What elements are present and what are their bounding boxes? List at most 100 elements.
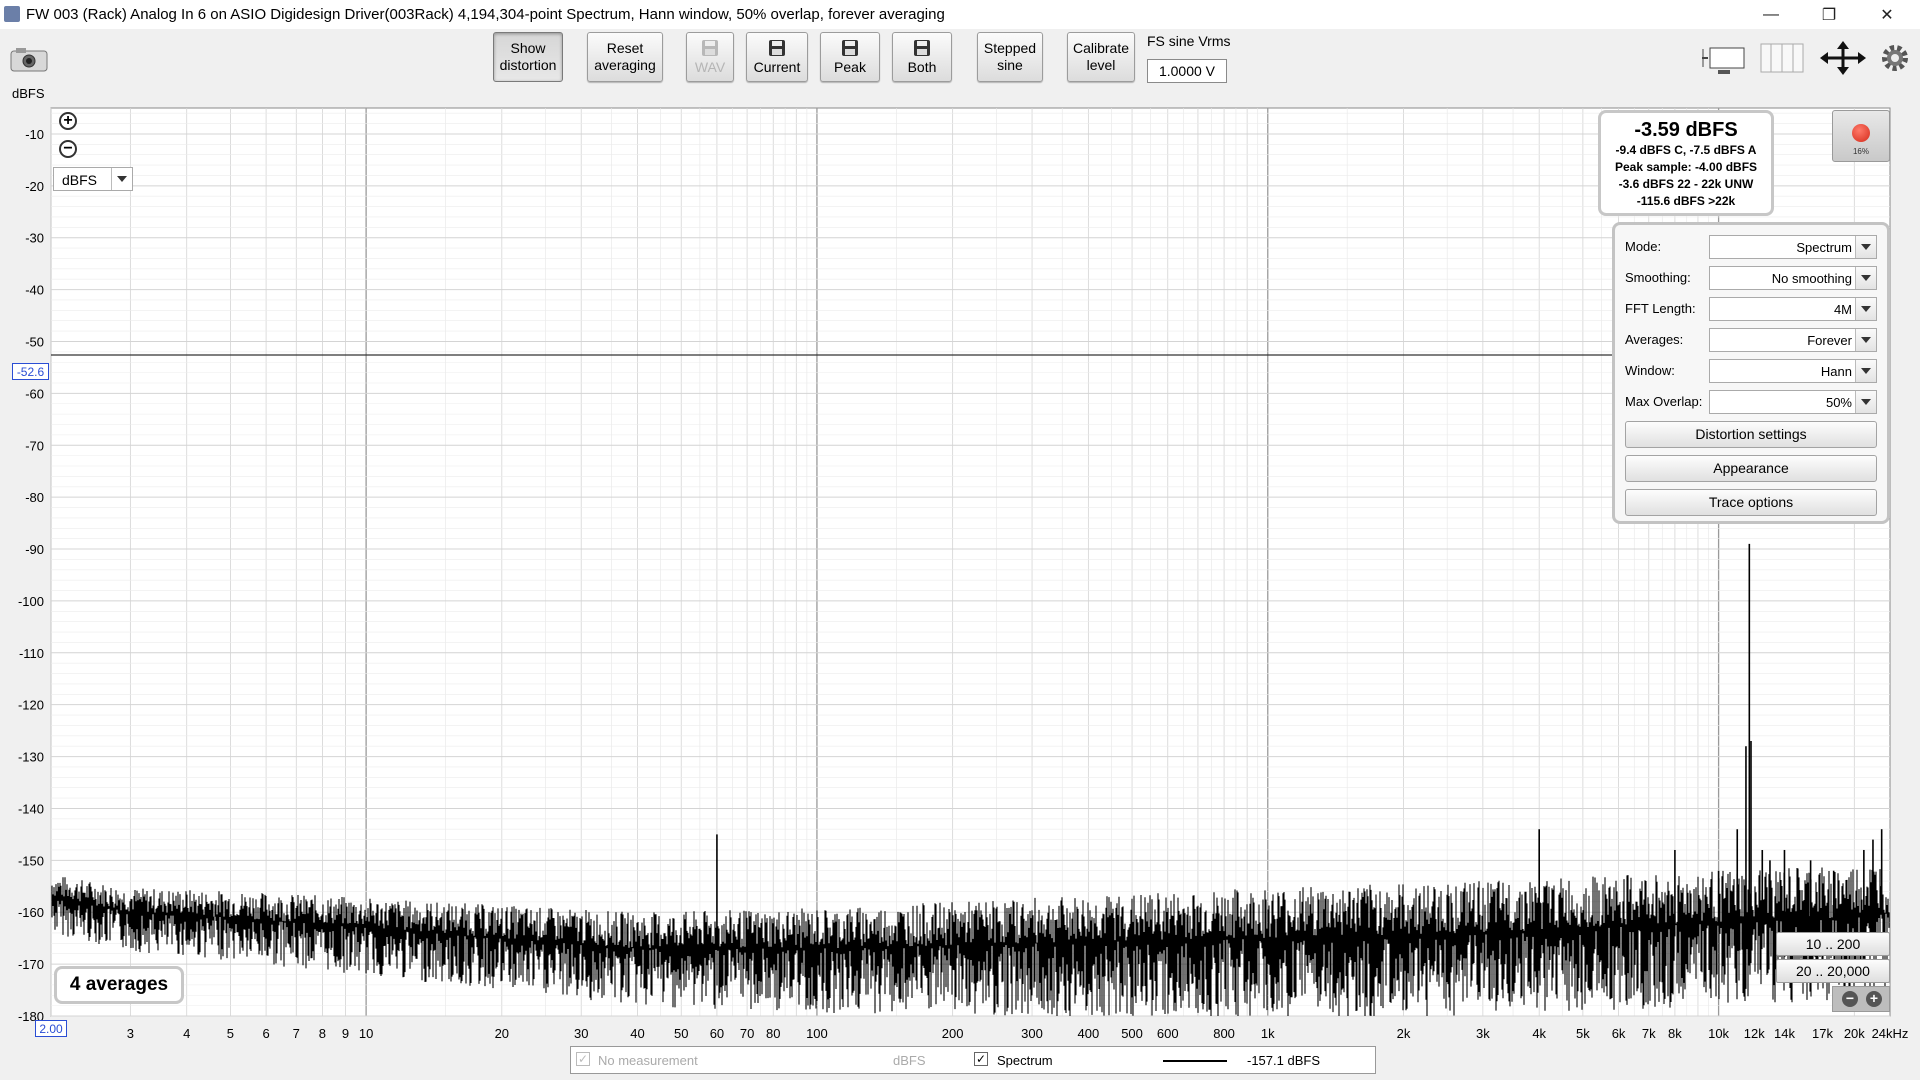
range-20-20000-button[interactable]: 20 .. 20,000 [1776,959,1890,983]
averages-count-badge: 4 averages [54,966,184,1004]
fft-length-select[interactable]: 4M [1709,297,1877,321]
x-zoom-out-icon[interactable]: − [1842,991,1858,1007]
level-stats-box: -3.59 dBFS -9.4 dBFS C, -7.5 dBFS A Peak… [1598,110,1774,216]
averages-value: Forever [1807,333,1852,348]
minimize-button[interactable]: — [1742,0,1800,29]
gear-icon[interactable] [1880,43,1910,77]
graph-width-icon[interactable] [1700,41,1748,75]
y-tick-label: -170 [18,957,44,972]
zoom-in-icon[interactable]: + [59,112,77,130]
max-overlap-label: Max Overlap: [1625,394,1703,409]
chevron-down-icon [1855,267,1876,289]
chevron-down-icon [1855,360,1876,382]
max-overlap-row: Max Overlap: 50% [1625,390,1881,414]
window-value: Hann [1820,364,1852,379]
record-button[interactable]: 16% [1832,110,1890,162]
reset-averaging-button[interactable]: Reset averaging [587,32,663,82]
zoom-out-icon[interactable]: − [59,140,77,158]
x-tick-label: 9 [342,1026,349,1041]
window-select[interactable]: Hann [1709,359,1877,383]
y-tick-label: -150 [18,853,44,868]
save-current-button[interactable]: Current [746,32,808,82]
x-tick-label: 7k [1642,1026,1656,1041]
unit-select-value: dBFS [62,172,98,188]
x-tick-label: 5 [227,1026,234,1041]
averages-row: Averages: Forever [1625,328,1881,352]
y-tick-label: -30 [25,231,44,246]
wav-button[interactable]: WAV [686,32,734,82]
fft-length-value: 4M [1833,302,1852,317]
mode-row: Mode: Spectrum [1625,235,1881,259]
stats-line: -9.4 dBFS C, -7.5 dBFS A [1615,143,1757,157]
app-icon [4,6,20,22]
both-label: Both [907,58,937,75]
range-10-200-button[interactable]: 10 .. 200 [1776,932,1890,956]
no-measurement-label: No measurement [598,1053,698,1068]
chevron-down-icon [1855,329,1876,351]
stats-main-level: -3.59 dBFS [1634,119,1738,141]
save-icon [914,39,930,56]
no-measurement-checkbox[interactable]: ✓ [576,1052,590,1066]
x-tick-label: 5k [1576,1026,1590,1041]
smoothing-row: Smoothing: No smoothing [1625,266,1881,290]
toolbar: Show distortion Reset averaging WAV Curr… [0,29,1920,104]
save-icon [702,39,718,56]
peak-label: Peak [834,58,866,75]
restore-button[interactable]: ❐ [1800,0,1858,29]
x-tick-label: 20k [1844,1026,1865,1041]
window-title: FW 003 (Rack) Analog In 6 on ASIO Digide… [26,6,945,23]
fs-sine-input[interactable] [1147,59,1227,83]
stepped-sine-label-1: Stepped [983,40,1037,56]
fft-length-row: FFT Length: 4M [1625,297,1881,321]
x-tick-label: 10 [359,1026,373,1041]
show-distortion-label-2: distortion [499,57,557,73]
save-both-button[interactable]: Both [892,32,952,82]
wav-label: WAV [694,58,726,75]
trace-legend: ✓ No measurement dBFS ✓ Spectrum -157.1 … [570,1046,1376,1074]
x-tick-label: 40 [630,1026,644,1041]
stepped-sine-label-2: sine [997,57,1023,73]
close-button[interactable]: ✕ [1858,0,1916,29]
y-tick-label: -160 [18,905,44,920]
x-tick-label: 50 [674,1026,688,1041]
save-icon [842,39,858,56]
y-tick-label: -60 [25,386,44,401]
current-label: Current [753,58,801,75]
y-tick-label: -70 [25,438,44,453]
x-zoom-in-icon[interactable]: + [1866,991,1882,1007]
x-tick-label: 6 [262,1026,269,1041]
mode-select[interactable]: Spectrum [1709,235,1877,259]
unit-select[interactable]: dBFS [53,167,133,191]
x-zoom-controls: − + [1832,986,1890,1012]
spectrum-value: -157.1 dBFS [1247,1053,1320,1068]
x-tick-label: 20 [495,1026,509,1041]
title-bar: FW 003 (Rack) Analog In 6 on ASIO Digide… [0,0,1920,30]
save-peak-button[interactable]: Peak [820,32,880,82]
fft-length-label: FFT Length: [1625,301,1696,316]
x-tick-label: 2k [1397,1026,1411,1041]
x-tick-label: 7 [293,1026,300,1041]
calibrate-level-button[interactable]: Calibrate level [1067,32,1135,82]
stepped-sine-button[interactable]: Stepped sine [977,32,1043,82]
camera-icon[interactable] [10,47,48,73]
chevron-down-icon [1855,298,1876,320]
x-tick-label: 80 [766,1026,780,1041]
max-overlap-select[interactable]: 50% [1709,390,1877,414]
x-tick-label: 400 [1078,1026,1100,1041]
y-tick-label: -20 [25,179,44,194]
distortion-settings-button[interactable]: Distortion settings [1625,421,1877,448]
y-tick-label: -100 [18,594,44,609]
smoothing-select[interactable]: No smoothing [1709,266,1877,290]
y-tick-label: -40 [25,283,44,298]
averages-select[interactable]: Forever [1709,328,1877,352]
appearance-button[interactable]: Appearance [1625,455,1877,482]
y-tick-label: -120 [18,698,44,713]
spectrum-checkbox[interactable]: ✓ [974,1052,988,1066]
show-distortion-button[interactable]: Show distortion [493,32,563,82]
show-distortion-label-1: Show [510,40,546,56]
cursor-level-readout: -52.6 [12,363,49,380]
move-arrows-icon[interactable] [1820,41,1866,75]
columns-icon[interactable] [1760,41,1804,75]
x-tick-label: 24kHz [1872,1026,1909,1041]
trace-options-button[interactable]: Trace options [1625,489,1877,516]
